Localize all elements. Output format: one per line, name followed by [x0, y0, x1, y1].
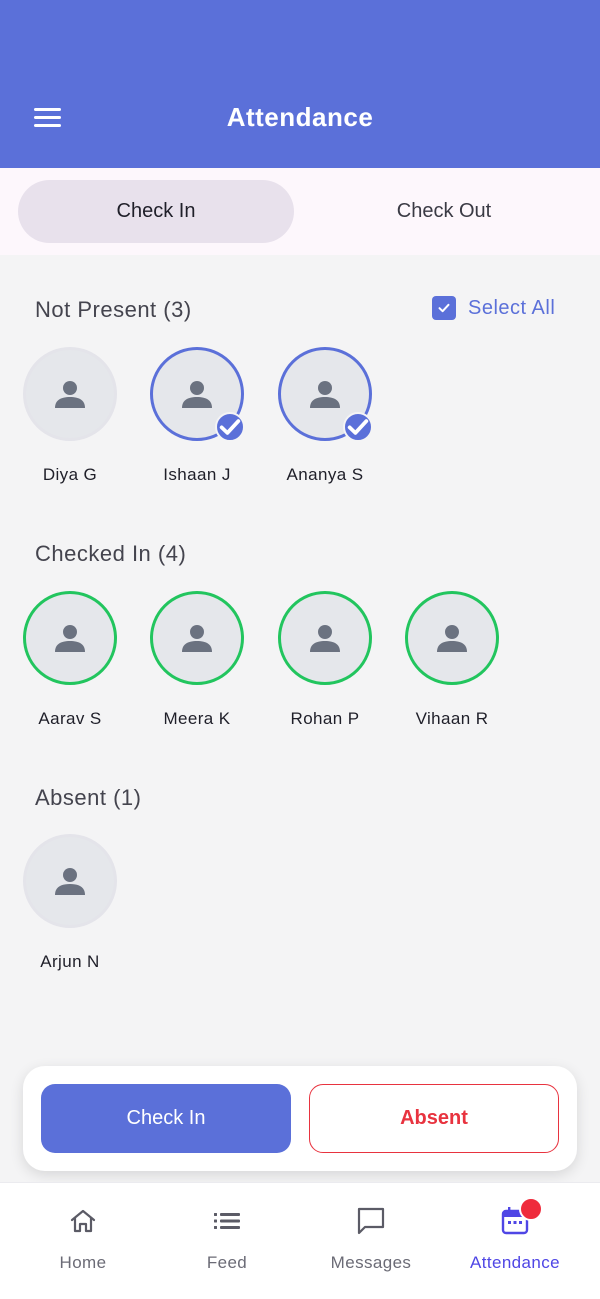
page-title: Attendance: [226, 102, 374, 132]
avatar: [278, 591, 372, 685]
student-name: Aarav S: [38, 709, 102, 728]
student-name: Vihaan R: [415, 709, 489, 728]
person-icon: [55, 625, 85, 652]
student-card[interactable]: Ananya S: [270, 347, 380, 485]
student-card[interactable]: Arjun N: [15, 834, 125, 972]
student-card[interactable]: Ishaan J: [142, 347, 252, 485]
avatar: [23, 834, 117, 928]
tab-check-out[interactable]: Check Out: [306, 180, 582, 243]
message-icon: [355, 1205, 387, 1237]
bottom-nav: Home Feed Messages Attendance: [0, 1182, 600, 1299]
check-badge-icon: [215, 412, 245, 442]
nav-item-feed[interactable]: Feed: [152, 1183, 302, 1299]
student-name: Ananya S: [286, 465, 364, 484]
student-card[interactable]: Rohan P: [270, 591, 380, 729]
person-icon: [182, 625, 212, 652]
person-icon: [55, 868, 85, 895]
student-name: Meera K: [163, 709, 231, 728]
select-all-label: Select All: [468, 296, 556, 319]
section-title-not-present: Not Present (3): [35, 297, 192, 322]
check-in-button[interactable]: Check In: [41, 1084, 291, 1153]
absent-button[interactable]: Absent: [309, 1084, 559, 1153]
select-all-checkbox[interactable]: Select All: [432, 296, 555, 320]
student-card[interactable]: Aarav S: [15, 591, 125, 729]
person-icon: [437, 625, 467, 652]
avatar: [405, 591, 499, 685]
student-card[interactable]: Meera K: [142, 591, 252, 729]
nav-label: Messages: [330, 1253, 412, 1272]
avatar: [278, 347, 373, 442]
home-icon: [67, 1205, 99, 1237]
student-name: Diya G: [42, 465, 98, 484]
action-card: Check In Absent: [23, 1066, 577, 1171]
tab-check-in[interactable]: Check In: [18, 180, 294, 243]
nav-label: Feed: [206, 1253, 248, 1272]
avatar: [23, 347, 117, 441]
tab-bar: Check In Check Out: [0, 168, 600, 255]
person-icon: [310, 381, 340, 408]
avatar: [150, 591, 244, 685]
student-name: Arjun N: [40, 952, 100, 971]
app-header: Attendance: [0, 0, 600, 168]
student-card[interactable]: Vihaan R: [397, 591, 507, 729]
person-icon: [182, 381, 212, 408]
avatar: [150, 347, 245, 442]
avatar: [23, 591, 117, 685]
calendar-icon: [499, 1197, 543, 1237]
nav-item-home[interactable]: Home: [8, 1183, 158, 1299]
nav-label: Home: [59, 1253, 107, 1272]
student-name: Ishaan J: [163, 465, 231, 484]
nav-item-attendance[interactable]: Attendance: [440, 1183, 590, 1299]
list-icon: [211, 1205, 243, 1237]
notification-badge: [519, 1197, 543, 1221]
nav-item-messages[interactable]: Messages: [296, 1183, 446, 1299]
checkbox-checked-icon: [432, 296, 456, 320]
nav-label: Attendance: [469, 1253, 560, 1272]
section-title-absent: Absent (1): [35, 785, 142, 810]
check-badge-icon: [343, 412, 373, 442]
student-card[interactable]: Diya G: [15, 347, 125, 485]
person-icon: [55, 381, 85, 408]
person-icon: [310, 625, 340, 652]
student-name: Rohan P: [290, 709, 360, 728]
section-title-checked-in: Checked In (4): [35, 541, 187, 566]
